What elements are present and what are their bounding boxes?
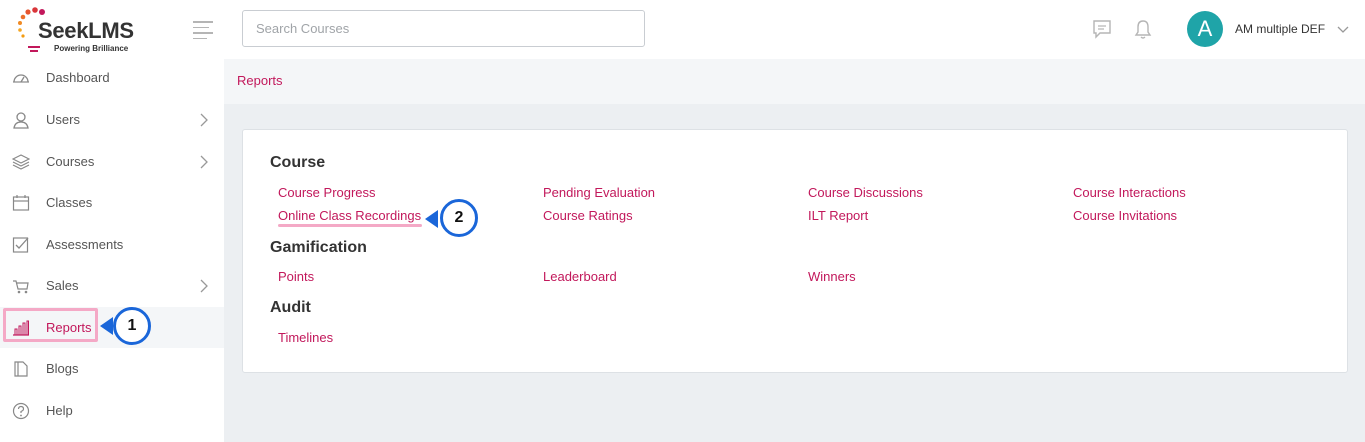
- sidebar: Dashboard Users Courses Classes Assessme…: [0, 59, 224, 442]
- dashboard-icon: [13, 73, 29, 83]
- user-name[interactable]: AM multiple DEF: [1235, 22, 1325, 36]
- top-header: SeekLMS Powering Brilliance A AM multipl…: [0, 0, 1365, 59]
- link-ilt-report[interactable]: ILT Report: [808, 208, 868, 223]
- chevron-right-icon: [200, 155, 208, 168]
- chevron-down-icon[interactable]: [1337, 24, 1349, 34]
- link-course-progress[interactable]: Course Progress: [278, 185, 376, 200]
- callout-pointer: [425, 210, 438, 228]
- link-pending-evaluation[interactable]: Pending Evaluation: [543, 185, 655, 200]
- section-title-audit: Audit: [270, 299, 311, 316]
- section-title-course: Course: [270, 154, 326, 171]
- sidebar-item-dashboard[interactable]: Dashboard: [0, 57, 224, 98]
- breadcrumb[interactable]: Reports: [237, 73, 283, 88]
- link-points[interactable]: Points: [278, 269, 314, 284]
- main-content: Reports Course Course Progress Pending E…: [224, 59, 1365, 442]
- sidebar-item-assessments[interactable]: Assessments: [0, 224, 224, 265]
- sidebar-item-courses[interactable]: Courses: [0, 141, 224, 182]
- link-course-interactions[interactable]: Course Interactions: [1073, 185, 1186, 200]
- sidebar-item-label: Dashboard: [46, 70, 110, 85]
- chevron-right-icon: [200, 113, 208, 126]
- sidebar-item-sales[interactable]: Sales: [0, 265, 224, 306]
- search-input[interactable]: [242, 10, 645, 47]
- link-course-invitations[interactable]: Course Invitations: [1073, 208, 1177, 223]
- link-timelines[interactable]: Timelines: [278, 330, 333, 345]
- sidebar-item-label: Sales: [46, 278, 79, 293]
- sidebar-item-label: Users: [46, 112, 80, 127]
- sidebar-item-blogs[interactable]: Blogs: [0, 348, 224, 389]
- link-online-class-recordings[interactable]: Online Class Recordings: [278, 208, 421, 223]
- chevron-right-icon: [200, 279, 208, 292]
- menu-toggle-icon[interactable]: [193, 21, 213, 39]
- logo-tagline: Powering Brilliance: [54, 44, 129, 53]
- sidebar-item-classes[interactable]: Classes: [0, 182, 224, 223]
- sidebar-item-label: Classes: [46, 195, 93, 210]
- reports-card: Course Course Progress Pending Evaluatio…: [242, 129, 1348, 373]
- callout-badge-2: 2: [440, 199, 478, 237]
- callout-badge-1: 1: [113, 307, 151, 345]
- sidebar-item-label: Courses: [46, 154, 95, 169]
- blogs-icon: [14, 360, 28, 377]
- sidebar-item-help[interactable]: Help: [0, 390, 224, 431]
- link-course-ratings[interactable]: Course Ratings: [543, 208, 633, 223]
- assessment-icon: [12, 236, 29, 253]
- link-leaderboard[interactable]: Leaderboard: [543, 269, 617, 284]
- help-icon: [12, 402, 30, 419]
- sidebar-item-label: Help: [46, 403, 73, 418]
- bell-icon[interactable]: [1132, 18, 1154, 40]
- breadcrumb-bar: Reports: [224, 59, 1365, 104]
- seeklms-logo[interactable]: SeekLMS Powering Brilliance: [14, 6, 154, 56]
- sidebar-item-label: Blogs: [46, 361, 79, 376]
- callout-pointer: [100, 317, 113, 335]
- chat-icon[interactable]: [1091, 18, 1113, 40]
- sidebar-item-label: Assessments: [46, 237, 124, 252]
- reports-highlight-box: [3, 308, 98, 342]
- link-winners[interactable]: Winners: [808, 269, 856, 284]
- link-course-discussions[interactable]: Course Discussions: [808, 185, 923, 200]
- sidebar-item-users[interactable]: Users: [0, 99, 224, 140]
- logo-name: SeekLMS: [38, 18, 134, 43]
- recordings-highlight-underline: [278, 224, 422, 227]
- cart-icon: [13, 279, 29, 293]
- section-title-gamification: Gamification: [270, 239, 367, 256]
- users-icon: [13, 111, 29, 129]
- user-avatar[interactable]: A: [1187, 11, 1223, 47]
- calendar-icon: [12, 194, 30, 211]
- courses-icon: [12, 153, 30, 170]
